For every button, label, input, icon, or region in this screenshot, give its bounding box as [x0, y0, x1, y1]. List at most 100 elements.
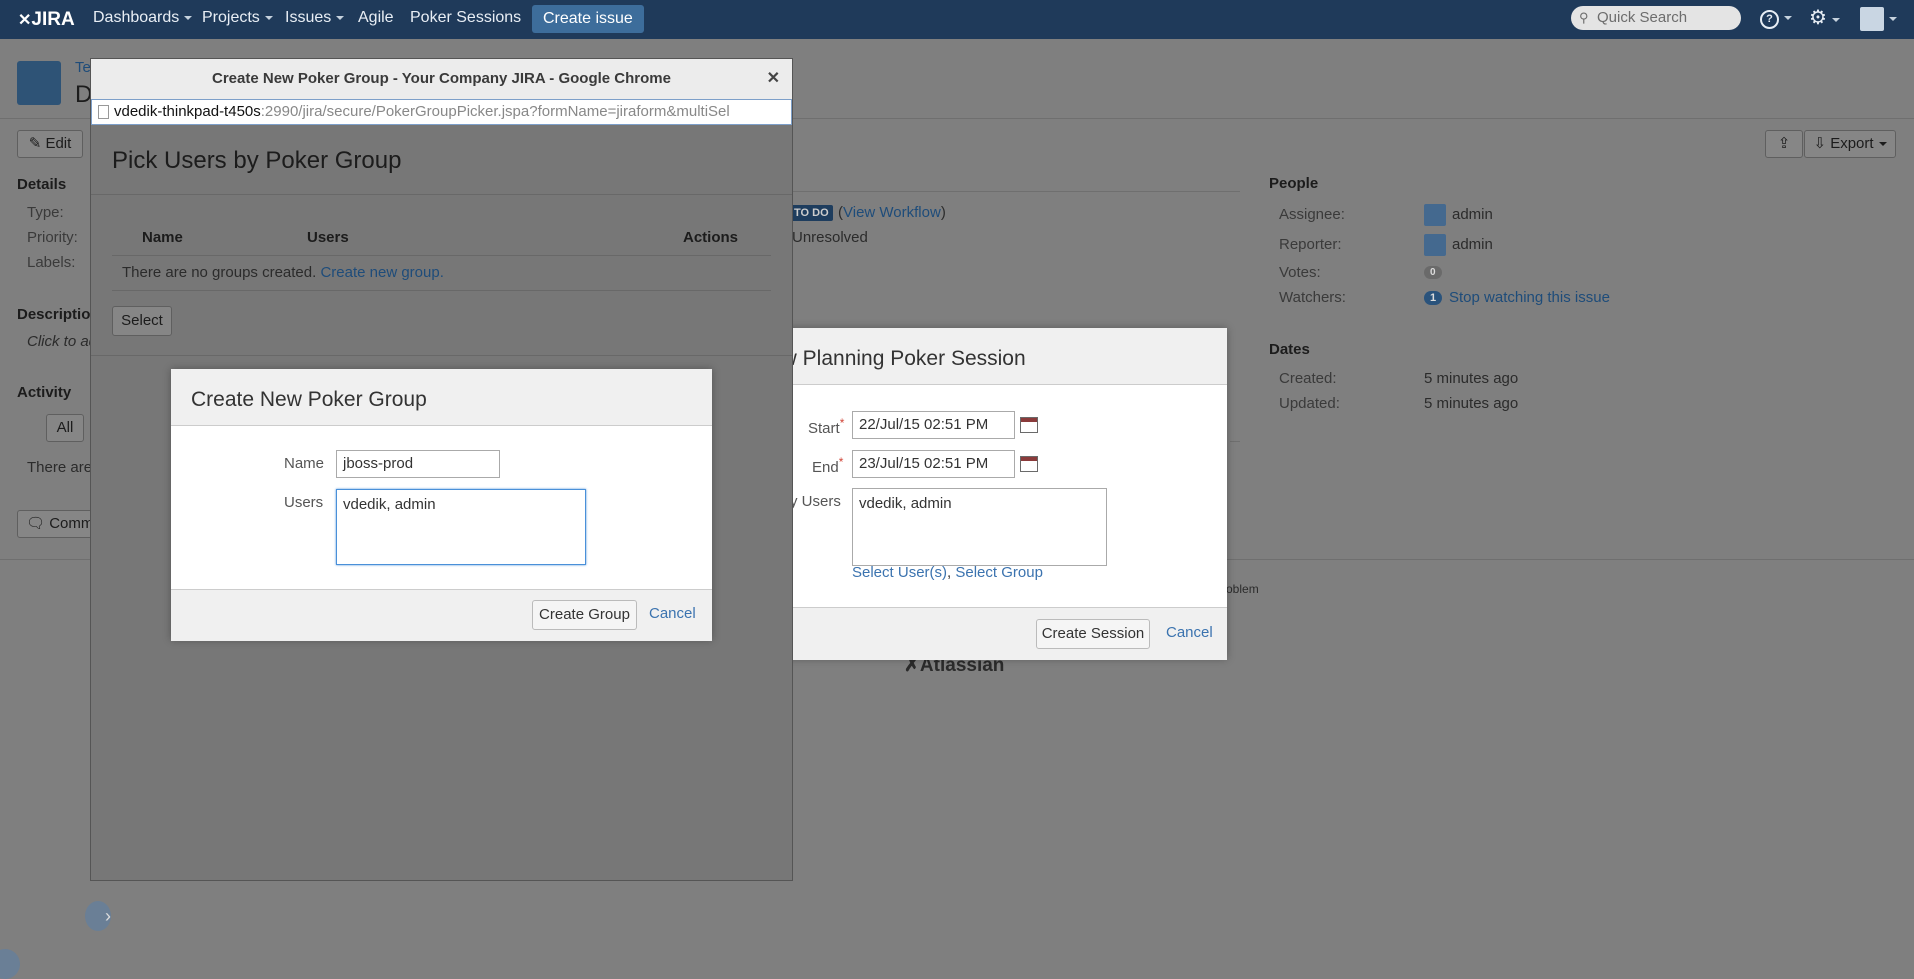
description-divider	[1230, 441, 1240, 442]
quick-search-input[interactable]: ⚲ Quick Search	[1571, 6, 1741, 30]
select-users-link[interactable]: Select User(s)	[852, 564, 947, 581]
session-dialog-title: ew Planning Poker Session	[770, 347, 1026, 370]
no-comments-text: There are	[27, 459, 93, 476]
session-dialog-footer: Create Session Cancel	[770, 607, 1227, 660]
people-heading: People	[1269, 175, 1319, 192]
view-workflow: (View Workflow)	[838, 204, 946, 221]
share-button[interactable]: ⇪	[1765, 130, 1803, 158]
nav-projects[interactable]: Projects	[202, 0, 273, 39]
session-users-textarea[interactable]: vdedik, admin	[852, 488, 1107, 566]
nav-poker-sessions[interactable]: Poker Sessions	[410, 0, 521, 39]
view-workflow-link[interactable]: View Workflow	[843, 204, 941, 221]
group-dialog-title: Create New Poker Group	[191, 388, 427, 411]
session-cancel-link[interactable]: Cancel	[1166, 624, 1213, 641]
chevron-right-icon: ›	[105, 906, 111, 926]
priority-label: Priority:	[27, 229, 78, 246]
picker-footer-divider	[91, 355, 792, 356]
start-label: Start*	[808, 416, 845, 437]
votes-label: Votes:	[1279, 264, 1321, 281]
group-name-field[interactable]: jboss-prod	[336, 450, 500, 478]
export-icon: ⇩	[1813, 135, 1827, 152]
edit-button[interactable]: ✎ Edit	[17, 130, 83, 158]
project-avatar	[17, 61, 61, 105]
tab-activity-all[interactable]: All	[46, 414, 84, 442]
create-group-button[interactable]: Create Group	[532, 600, 637, 630]
nav-agile[interactable]: Agile	[358, 0, 394, 39]
chrome-window-title: Create New Poker Group - Your Company JI…	[212, 70, 671, 87]
assignee-avatar	[1424, 204, 1446, 226]
sidebar-expand-handle[interactable]	[0, 949, 20, 979]
required-marker: *	[838, 455, 844, 469]
end-label: End*	[812, 455, 844, 476]
chrome-popup-window: Create New Poker Group - Your Company JI…	[85, 59, 792, 931]
url-host: vdedik-thinkpad-t450s	[114, 103, 261, 120]
nav-dashboards[interactable]: Dashboards	[93, 0, 193, 39]
activity-heading: Activity	[17, 384, 72, 401]
group-cancel-link[interactable]: Cancel	[649, 605, 696, 622]
footer-report-problem[interactable]: oblem	[1226, 582, 1259, 596]
dates-heading: Dates	[1269, 341, 1310, 358]
nav-issues[interactable]: Issues	[285, 0, 345, 39]
assignee-value[interactable]: admin	[1452, 206, 1493, 223]
reporter-value[interactable]: admin	[1452, 236, 1493, 253]
group-dialog-header: Create New Poker Group	[171, 369, 712, 426]
chevron-down-icon	[1878, 142, 1887, 147]
required-marker: *	[839, 416, 845, 430]
group-dialog-footer: Create Group Cancel	[171, 589, 712, 641]
updated-value: 5 minutes ago	[1424, 395, 1519, 412]
group-users-textarea[interactable]: vdedik, admin	[336, 489, 586, 565]
select-links: Select User(s), Select Group	[852, 564, 1043, 581]
watchers-badge[interactable]: 1	[1424, 291, 1443, 305]
export-button[interactable]: ⇩ Export	[1804, 130, 1896, 158]
chrome-window-titlebar[interactable]: Create New Poker Group - Your Company JI…	[91, 59, 792, 99]
description-heading: Descriptio	[17, 306, 91, 323]
help-menu[interactable]: ?	[1760, 0, 1792, 39]
comment-icon: 🗨	[26, 515, 46, 532]
session-users-label: y Users	[790, 493, 841, 510]
calendar-icon[interactable]	[1020, 456, 1038, 472]
jira-logo[interactable]: ✕JIRA	[18, 0, 75, 39]
table-header-divider	[112, 255, 771, 256]
create-new-group-link[interactable]: Create new group.	[320, 264, 443, 281]
share-icon: ⇪	[1777, 135, 1791, 152]
gear-icon: ⚙	[1809, 7, 1827, 29]
description-placeholder[interactable]: Click to ad	[27, 333, 97, 350]
pencil-icon: ✎	[28, 135, 42, 152]
project-breadcrumb[interactable]: Te	[75, 59, 91, 76]
select-button[interactable]: Select	[112, 306, 172, 336]
avatar	[1860, 7, 1884, 31]
picker-title: Pick Users by Poker Group	[112, 147, 402, 174]
watchers-label: Watchers:	[1279, 289, 1346, 306]
chrome-address-bar[interactable]: vdedik-thinkpad-t450s:2990/jira/secure/P…	[91, 99, 792, 125]
assignee-label: Assignee:	[1279, 206, 1345, 223]
stop-watching-link[interactable]: Stop watching this issue	[1449, 289, 1610, 306]
session-dialog-header: ew Planning Poker Session	[770, 328, 1227, 385]
create-issue-button[interactable]: Create issue	[532, 5, 644, 33]
user-profile-menu[interactable]	[1860, 7, 1897, 31]
status-badge: TO DO	[790, 205, 833, 221]
issue-summary: D	[75, 81, 93, 108]
chevron-down-icon	[1889, 17, 1897, 21]
page-icon	[98, 105, 109, 120]
empty-groups-message: There are no groups created. Create new …	[122, 264, 444, 281]
start-date-field[interactable]: 22/Jul/15 02:51 PM	[852, 411, 1015, 439]
picker-title-divider	[91, 194, 792, 195]
calendar-icon[interactable]	[1020, 417, 1038, 433]
created-label: Created:	[1279, 370, 1337, 387]
col-actions: Actions	[683, 229, 739, 246]
new-planning-poker-session-dialog: ew Planning Poker Session Start* 22/Jul/…	[770, 328, 1227, 660]
type-label: Type:	[27, 204, 64, 221]
group-users-label: Users	[284, 494, 324, 511]
url-path: :2990/jira/secure/PokerGroupPicker.jspa?…	[260, 103, 730, 120]
close-icon[interactable]: ✕	[767, 59, 780, 99]
updated-label: Updated:	[1279, 395, 1340, 412]
chevron-down-icon	[1784, 15, 1792, 20]
end-date-field[interactable]: 23/Jul/15 02:51 PM	[852, 450, 1015, 478]
select-group-link[interactable]: Select Group	[955, 564, 1043, 581]
sidebar-expand-handle[interactable]: ›	[85, 901, 111, 931]
resolution-value: Unresolved	[792, 229, 868, 246]
details-heading: Details	[17, 176, 67, 193]
admin-settings-menu[interactable]: ⚙	[1809, 0, 1840, 39]
create-session-button[interactable]: Create Session	[1036, 619, 1150, 649]
votes-badge[interactable]: 0	[1424, 266, 1442, 279]
